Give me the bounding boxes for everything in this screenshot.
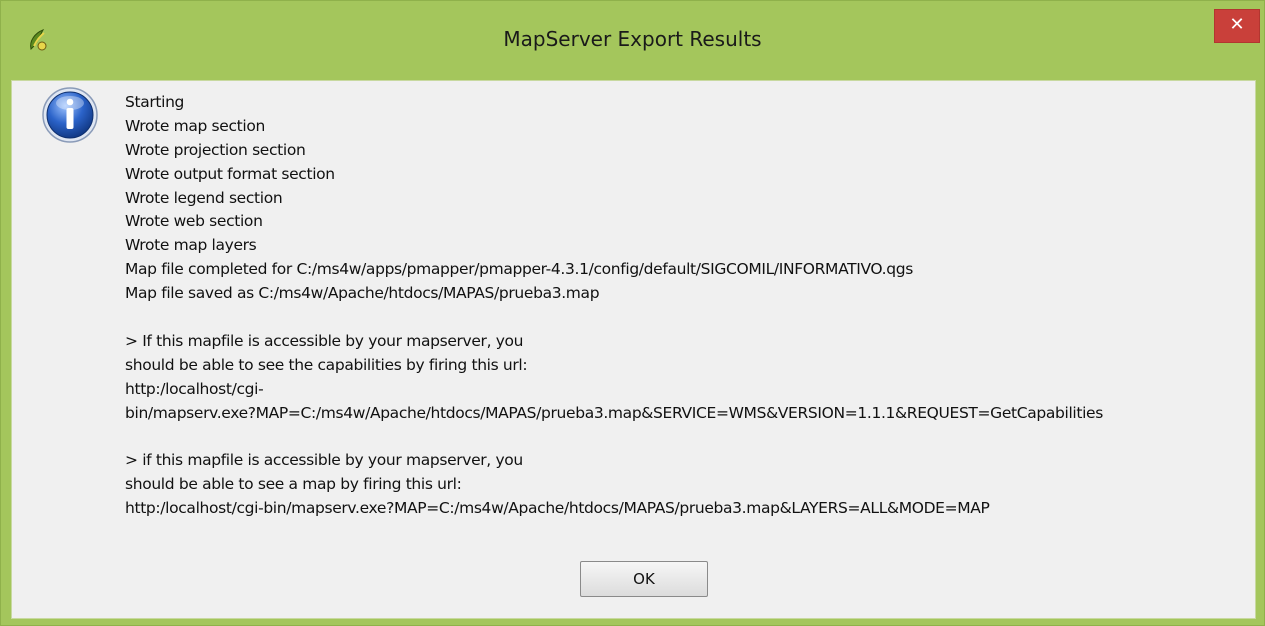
dialog-window: MapServer Export Results ✕ Starting Wrot… bbox=[0, 0, 1265, 626]
message-line: Wrote projection section bbox=[125, 140, 306, 159]
message-line: Wrote map layers bbox=[125, 236, 257, 255]
message-line: http:/localhost/cgi-bin/mapserv.exe?MAP=… bbox=[125, 499, 990, 518]
close-button[interactable]: ✕ bbox=[1214, 9, 1260, 43]
message-line: Wrote output format section bbox=[125, 164, 335, 183]
dialog-body: Starting Wrote map section Wrote project… bbox=[11, 80, 1256, 619]
message-line: Wrote map section bbox=[125, 116, 265, 135]
message-line: > If this mapfile is accessible by your … bbox=[125, 331, 524, 350]
message-line: > if this mapfile is accessible by your … bbox=[125, 451, 523, 470]
title-bar[interactable]: MapServer Export Results ✕ bbox=[1, 1, 1264, 79]
message-line: Map file completed for C:/ms4w/apps/pmap… bbox=[125, 260, 913, 279]
message-line: bin/mapserv.exe?MAP=C:/ms4w/Apache/htdoc… bbox=[125, 403, 1103, 422]
message-text: Starting Wrote map section Wrote project… bbox=[125, 91, 1103, 521]
info-icon bbox=[40, 85, 100, 145]
message-line: should be able to see the capabilities b… bbox=[125, 355, 528, 374]
message-line: Wrote legend section bbox=[125, 188, 283, 207]
message-line: Map file saved as C:/ms4w/Apache/htdocs/… bbox=[125, 284, 600, 303]
message-line: http:/localhost/cgi- bbox=[125, 379, 264, 398]
message-line: Wrote web section bbox=[125, 212, 263, 231]
close-icon: ✕ bbox=[1229, 14, 1245, 35]
message-line bbox=[125, 425, 1103, 449]
message-line: Starting bbox=[125, 93, 185, 111]
message-line bbox=[125, 306, 1103, 330]
message-line: should be able to see a map by firing th… bbox=[125, 475, 462, 494]
ok-button[interactable]: OK bbox=[580, 561, 708, 597]
window-title: MapServer Export Results bbox=[503, 27, 762, 51]
